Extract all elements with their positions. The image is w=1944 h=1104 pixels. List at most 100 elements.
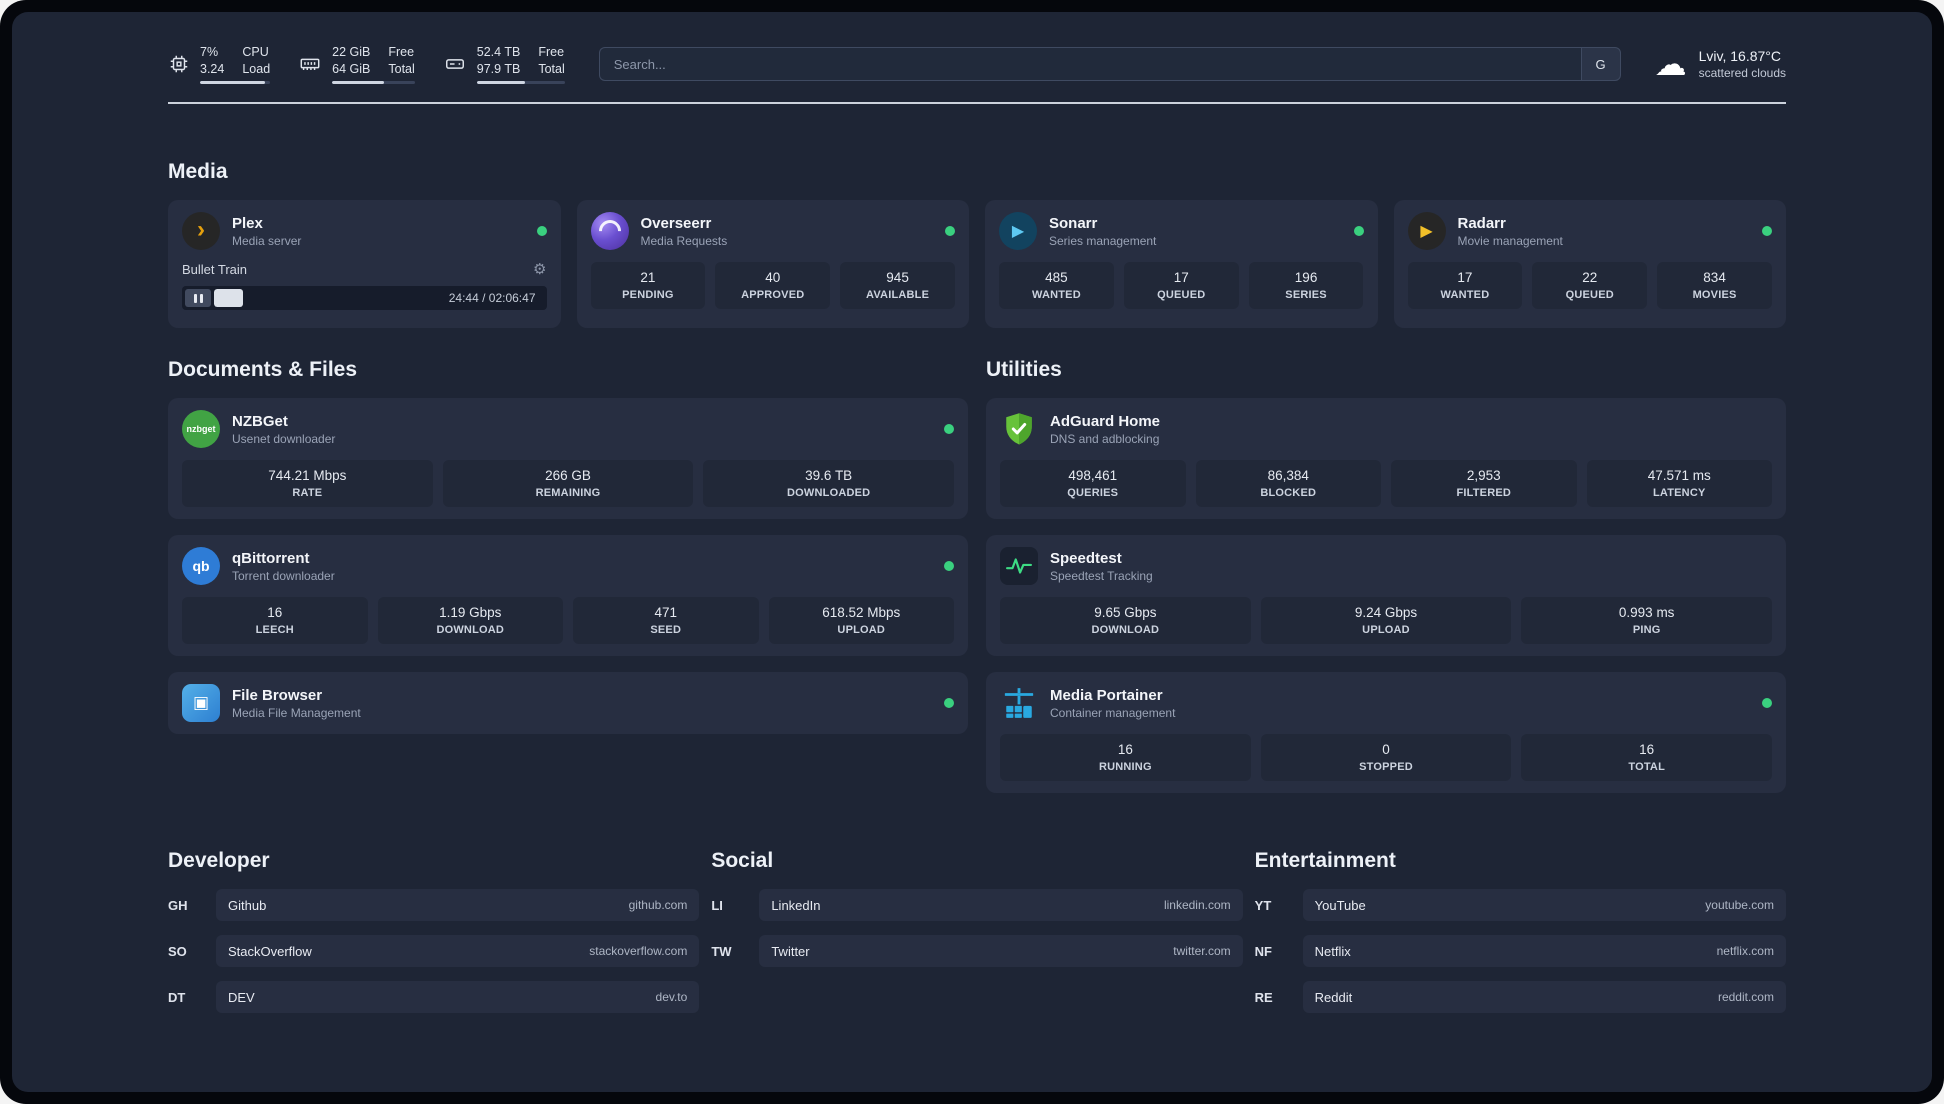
weather-condition: scattered clouds (1698, 66, 1786, 80)
app-card-speedtest[interactable]: Speedtest Speedtest Tracking 9.65 Gbps D… (986, 535, 1786, 656)
link-linkedin[interactable]: LinkedIn linkedin.com (759, 889, 1243, 921)
link-url: reddit.com (1717, 990, 1774, 1004)
link-row-reddit: RE Reddit reddit.com (1255, 981, 1786, 1013)
section-documents: Documents & Files nzbget NZBGet Usenet d… (168, 358, 968, 793)
stat-total: 16 TOTAL (1521, 734, 1773, 781)
section-title-entertainment: Entertainment (1254, 849, 1396, 872)
link-url: linkedin.com (1163, 898, 1231, 912)
status-dot (1762, 226, 1772, 236)
link-name: Netflix (1314, 943, 1351, 959)
stat-label: UPLOAD (1362, 624, 1410, 636)
link-abbr: GH (168, 897, 188, 913)
ram-total-value: 64 GiB (332, 61, 371, 76)
link-name: Reddit (1314, 989, 1353, 1005)
app-card-radarr[interactable]: ▶ Radarr Movie management 17 WANTED 22 Q… (1393, 200, 1786, 328)
app-name: File Browser (232, 686, 323, 704)
app-subtitle: Torrent downloader (232, 568, 335, 583)
link-youtube[interactable]: YouTube youtube.com (1302, 889, 1786, 921)
link-name: YouTube (1314, 897, 1366, 913)
stat-label: WANTED (1440, 289, 1490, 301)
cpu-icon (168, 53, 190, 75)
stat-available: 945 AVAILABLE (840, 262, 955, 309)
radarr-icon: ▶ (1407, 212, 1446, 250)
app-card-qbittorrent[interactable]: qb qBittorrent Torrent downloader 16 LEE… (168, 535, 968, 656)
stat-upload: 618.52 Mbps UPLOAD (768, 597, 954, 644)
stat-queued: 17 QUEUED (1123, 262, 1239, 309)
stat-wanted: 17 WANTED (1407, 262, 1523, 309)
stat-label: LEECH (255, 624, 294, 636)
stat-pending: 21 PENDING (590, 262, 706, 309)
section-title-media: Media (168, 160, 228, 183)
link-name: StackOverflow (228, 943, 312, 959)
link-url: dev.to (655, 990, 688, 1004)
link-github[interactable]: Github github.com (216, 889, 700, 921)
disk-stats: 52.4 TB 97.9 TB Free Total (443, 44, 565, 85)
app-name: AdGuard Home (1050, 412, 1161, 430)
link-reddit[interactable]: Reddit reddit.com (1302, 981, 1786, 1013)
ram-progress-bar (332, 81, 415, 85)
stat-label: SEED (650, 624, 682, 636)
stat-label: RATE (292, 487, 323, 499)
stat-value: 2,953 (1466, 468, 1501, 483)
link-row-youtube: YT YouTube youtube.com (1255, 889, 1786, 921)
stat-value: 471 (654, 605, 678, 620)
status-dot (945, 226, 955, 236)
app-subtitle: Usenet downloader (232, 431, 336, 446)
link-name: Twitter (771, 943, 810, 959)
link-url: twitter.com (1173, 944, 1231, 958)
stat-value: 485 (1045, 270, 1068, 285)
app-card-adguard[interactable]: AdGuard Home DNS and adblocking 498,461 … (986, 398, 1786, 519)
link-row-github: GH Github github.com (168, 889, 700, 921)
stat-remaining: 266 GB REMAINING (442, 460, 694, 507)
cpu-progress-bar (200, 81, 271, 85)
disk-label-1: Free (538, 44, 565, 59)
stat-value: 40 (765, 270, 781, 285)
stat-value: 86,384 (1267, 468, 1309, 483)
stat-value: 744.21 Mbps (268, 468, 347, 483)
stat-stopped: 0 STOPPED (1260, 734, 1512, 781)
link-dev[interactable]: DEV dev.to (216, 981, 700, 1013)
stat-leech: 16 LEECH (182, 597, 368, 644)
seek-bar[interactable] (214, 289, 441, 307)
pause-button[interactable] (185, 289, 211, 307)
stat-label: TOTAL (1628, 761, 1665, 773)
stat-ping: 0.993 ms PING (1521, 597, 1773, 644)
app-subtitle: Media File Management (232, 705, 361, 720)
gear-icon[interactable]: ⚙ (533, 260, 546, 278)
stat-label: REMAINING (535, 487, 601, 499)
link-url: netflix.com (1716, 944, 1774, 958)
app-card-overseerr[interactable]: Overseerr Media Requests 21 PENDING 40 A… (576, 200, 969, 328)
stat-label: LATENCY (1652, 487, 1706, 499)
link-stackoverflow[interactable]: StackOverflow stackoverflow.com (216, 935, 700, 967)
search-bar: G (598, 47, 1621, 81)
app-card-filebrowser[interactable]: ▣ File Browser Media File Management (168, 672, 968, 734)
link-abbr: DT (168, 989, 186, 1005)
stat-value: 17 (1173, 270, 1189, 285)
section-title-social: Social (711, 849, 774, 872)
stat-label: STOPPED (1359, 761, 1413, 773)
stat-value: 9.24 Gbps (1354, 605, 1418, 620)
weather-widget: ☁ Lviv, 16.87°C scattered clouds (1655, 48, 1786, 80)
header-divider (168, 102, 1786, 104)
app-card-plex[interactable]: › Plex Media server Bullet Train ⚙ 24:44… (168, 200, 561, 328)
stat-label: FILTERED (1456, 487, 1512, 499)
app-card-portainer[interactable]: Media Portainer Container management 16 … (986, 672, 1786, 793)
section-title-documents: Documents & Files (168, 358, 358, 381)
stat-label: PENDING (622, 289, 674, 301)
app-card-sonarr[interactable]: ▶ Sonarr Series management 485 WANTED 17… (985, 200, 1378, 328)
app-card-nzbget[interactable]: nzbget NZBGet Usenet downloader 744.21 M… (168, 398, 968, 519)
stat-filtered: 2,953 FILTERED (1391, 460, 1577, 507)
playback-time: 24:44 / 02:06:47 (448, 291, 536, 305)
window-frame: 7% 3.24 CPU Load 22 GiB 64 GiB Free Tota… (0, 0, 1944, 1104)
stat-value: 945 (886, 270, 909, 285)
weather-location: Lviv, 16.87°C (1698, 48, 1781, 64)
section-social: Social LI LinkedIn linkedin.com TW Twitt… (711, 849, 1243, 1013)
cloud-icon: ☁ (1654, 46, 1687, 82)
stat-label: APPROVED (741, 289, 805, 301)
link-netflix[interactable]: Netflix netflix.com (1302, 935, 1786, 967)
search-input[interactable] (598, 47, 1581, 81)
status-dot (1353, 226, 1364, 236)
stat-label: DOWNLOAD (1091, 624, 1160, 636)
search-engine-button[interactable]: G (1580, 47, 1621, 81)
link-twitter[interactable]: Twitter twitter.com (759, 935, 1243, 967)
